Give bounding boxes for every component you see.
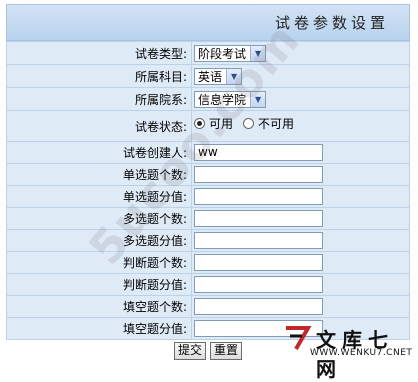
- fill-count-label: 填空题个数:: [6, 295, 192, 318]
- site-logo: 文库七网 WWW.WENKU7.CNET: [284, 323, 416, 381]
- judge-score-label: 判断题分值:: [6, 273, 192, 296]
- judge-score-input[interactable]: [194, 276, 323, 293]
- single-score-input[interactable]: [194, 188, 323, 205]
- fill-score-label: 填空题分值:: [6, 317, 192, 340]
- department-label: 所属院系:: [6, 87, 192, 111]
- logo-mark-icon: [286, 326, 312, 350]
- page-title: 试卷参数设置: [274, 14, 389, 32]
- single-count-input[interactable]: [194, 166, 323, 183]
- form-row-fill-count: 填空题个数:: [6, 295, 410, 318]
- status-option-unavailable: 不可用: [258, 117, 295, 131]
- judge-count-input[interactable]: [194, 254, 323, 271]
- settings-panel: 试卷参数设置 试卷类型: 阶段考试 ▼ 所属科目: 英语 ▼ 所属院系: 信息学…: [6, 4, 410, 360]
- form-row-exam-type: 试卷类型: 阶段考试 ▼: [6, 41, 410, 65]
- fill-count-input[interactable]: [194, 298, 323, 315]
- form-row-single-score: 单选题分值:: [6, 185, 410, 208]
- logo-url: WWW.WENKU7.CNET: [310, 348, 413, 358]
- exam-type-label: 试卷类型:: [6, 41, 192, 65]
- form-row-judge-score: 判断题分值:: [6, 273, 410, 296]
- multi-count-input[interactable]: [194, 210, 323, 227]
- reset-button[interactable]: 重置: [210, 342, 243, 360]
- form-row-judge-count: 判断题个数:: [6, 251, 410, 274]
- multi-score-input[interactable]: [194, 232, 323, 249]
- submit-button[interactable]: 提交: [173, 342, 206, 360]
- subject-label: 所属科目:: [6, 64, 192, 88]
- form-row-multi-count: 多选题个数:: [6, 207, 410, 230]
- form-row-multi-score: 多选题分值:: [6, 229, 410, 252]
- page-header: 试卷参数设置: [6, 4, 410, 41]
